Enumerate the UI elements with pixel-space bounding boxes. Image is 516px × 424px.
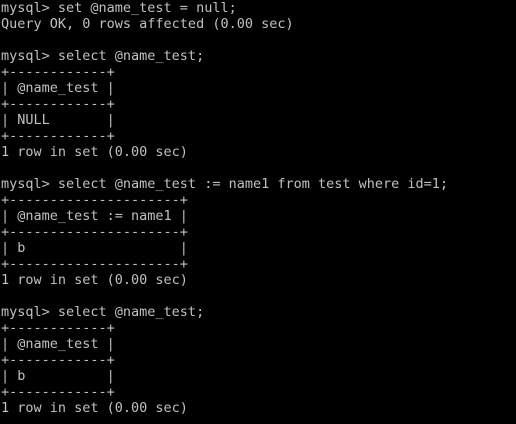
table-border: +---------------------+ [1, 192, 188, 208]
table-border: +------------+ [1, 384, 115, 400]
command-line: mysql> set @name_test = null; [1, 0, 237, 16]
table-border: +------------+ [1, 96, 115, 112]
table-header: | @name_test | [1, 80, 115, 96]
output-line: 1 row in set (0.00 sec) [1, 272, 188, 288]
table-header: | @name_test := name1 | [1, 208, 188, 224]
command-line: mysql> select @name_test; [1, 304, 205, 320]
output-line: Query OK, 0 rows affected (0.00 sec) [1, 16, 294, 32]
output-line: 1 row in set (0.00 sec) [1, 400, 188, 416]
table-border: +------------+ [1, 320, 115, 336]
output-line: 1 row in set (0.00 sec) [1, 144, 188, 160]
terminal-window[interactable]: mysql> set @name_test = null; Query OK, … [0, 0, 516, 424]
command-line: mysql> select @name_test; [1, 48, 205, 64]
table-row: | b | [1, 368, 115, 384]
table-border: +------------+ [1, 64, 115, 80]
table-border: +------------+ [1, 128, 115, 144]
table-border: +---------------------+ [1, 224, 188, 240]
table-row: | NULL | [1, 112, 115, 128]
table-row: | b | [1, 240, 188, 256]
table-border: +------------+ [1, 352, 115, 368]
command-line: mysql> select @name_test := name1 from t… [1, 176, 449, 192]
table-header: | @name_test | [1, 336, 115, 352]
table-border: +---------------------+ [1, 256, 188, 272]
